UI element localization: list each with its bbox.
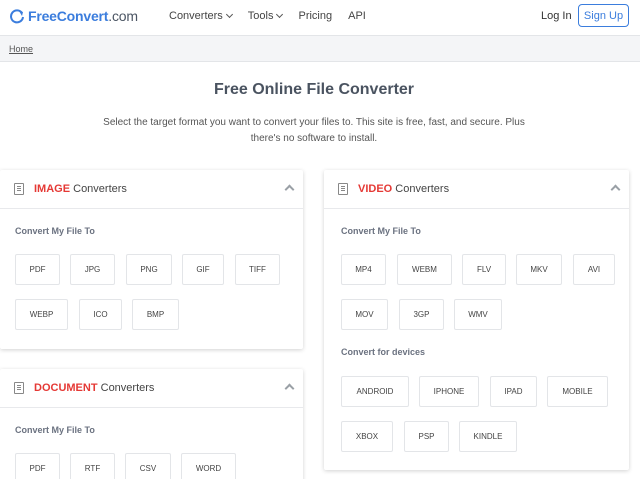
format-button-webp[interactable]: WEBP [15,299,68,330]
device-button-android[interactable]: ANDROID [341,376,409,407]
video-file-icon [338,183,348,195]
device-button-mobile[interactable]: MOBILE [547,376,608,407]
format-button-word[interactable]: WORD [181,453,236,479]
nav-api-label: API [348,10,366,22]
card-title: IMAGE Converters [34,183,127,195]
card-title-rest: Converters [70,183,127,195]
devices-section-label: Convert for devices [341,347,426,357]
card-header[interactable]: DOCUMENT Converters [0,369,303,408]
card-title-rest: Converters [97,382,155,394]
device-button-kindle[interactable]: KINDLE [459,421,517,452]
nav-tools[interactable]: Tools [247,10,284,22]
section-label: Convert My File To [341,226,421,236]
format-button-rtf[interactable]: RTF [70,453,115,479]
main-nav: Converters Tools Pricing API [169,10,382,22]
device-button-iphone[interactable]: IPHONE [419,376,479,407]
device-button-xbox[interactable]: XBOX [341,421,393,452]
nav-pricing-label: Pricing [298,10,333,22]
card-header[interactable]: IMAGE Converters [0,170,303,209]
top-navbar: FreeConvert.com Converters Tools Pricing… [0,0,640,36]
format-button-flv[interactable]: FLV [462,254,506,285]
refresh-logo-icon [10,9,24,24]
page-subtitle: Select the target format you want to con… [103,117,525,144]
section-label: Convert My File To [15,425,95,435]
nav-tools-label: Tools [247,10,274,22]
format-button-mp4[interactable]: MP4 [341,254,386,285]
chevron-up-icon[interactable] [284,383,295,394]
nav-converters[interactable]: Converters [169,10,233,22]
chevron-down-icon [276,10,284,19]
format-button-tiff[interactable]: TIFF [235,254,280,285]
document-file-icon [14,382,24,394]
login-link[interactable]: Log In [541,10,572,22]
card-title-accent: VIDEO [358,183,393,195]
format-button-3gp[interactable]: 3GP [399,299,444,330]
card-header[interactable]: VIDEO Converters [324,170,629,209]
format-button-bmp[interactable]: BMP [132,299,179,330]
device-button-psp[interactable]: PSP [404,421,449,452]
image-converters-card: IMAGE Converters Convert My File To PDF … [0,170,303,349]
format-button-wmv[interactable]: WMV [454,299,502,330]
breadcrumb-home[interactable]: Home [9,44,33,54]
logo-brand: FreeConvert [28,8,109,24]
format-button-jpg[interactable]: JPG [70,254,115,285]
nav-api[interactable]: API [348,10,366,22]
format-button-webm[interactable]: WEBM [397,254,452,285]
format-button-mov[interactable]: MOV [341,299,388,330]
logo-text: FreeConvert.com [28,8,138,24]
format-button-csv[interactable]: CSV [125,453,171,479]
chevron-down-icon [225,10,233,19]
nav-converters-label: Converters [169,10,223,22]
logo-suffix: .com [108,8,138,24]
signup-button[interactable]: Sign Up [578,4,629,27]
card-title: VIDEO Converters [358,183,449,195]
format-button-pdf[interactable]: PDF [15,453,60,479]
format-button-pdf[interactable]: PDF [15,254,60,285]
divider [0,61,640,62]
card-title: DOCUMENT Converters [34,382,154,394]
chevron-up-icon[interactable] [610,184,621,195]
format-button-ico[interactable]: ICO [79,299,122,330]
card-title-accent: IMAGE [34,183,71,195]
card-title-accent: DOCUMENT [34,382,98,394]
logo[interactable]: FreeConvert.com [9,8,138,24]
video-converters-card: VIDEO Converters Convert My File To MP4 … [324,170,629,470]
format-button-png[interactable]: PNG [126,254,172,285]
card-title-rest: Converters [392,183,450,195]
chevron-up-icon[interactable] [284,184,295,195]
page-title: Free Online File Converter [213,81,415,98]
format-button-avi[interactable]: AVI [573,254,615,285]
device-button-ipad[interactable]: IPAD [490,376,537,407]
section-label: Convert My File To [15,226,95,236]
image-file-icon [14,183,24,195]
format-button-gif[interactable]: GIF [182,254,224,285]
format-button-mkv[interactable]: MKV [516,254,562,285]
nav-pricing[interactable]: Pricing [298,10,332,22]
document-converters-card: DOCUMENT Converters Convert My File To P… [0,369,303,479]
